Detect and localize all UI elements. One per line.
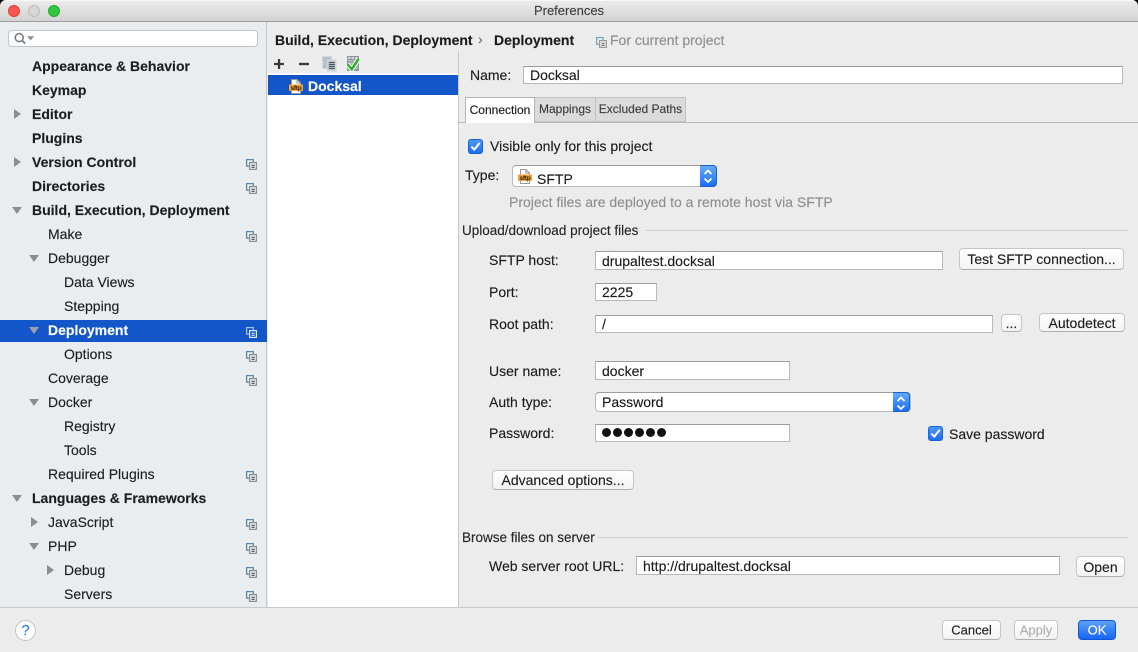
svg-text:sftp: sftp (520, 175, 531, 182)
svg-text:sftp: sftp (291, 85, 302, 92)
